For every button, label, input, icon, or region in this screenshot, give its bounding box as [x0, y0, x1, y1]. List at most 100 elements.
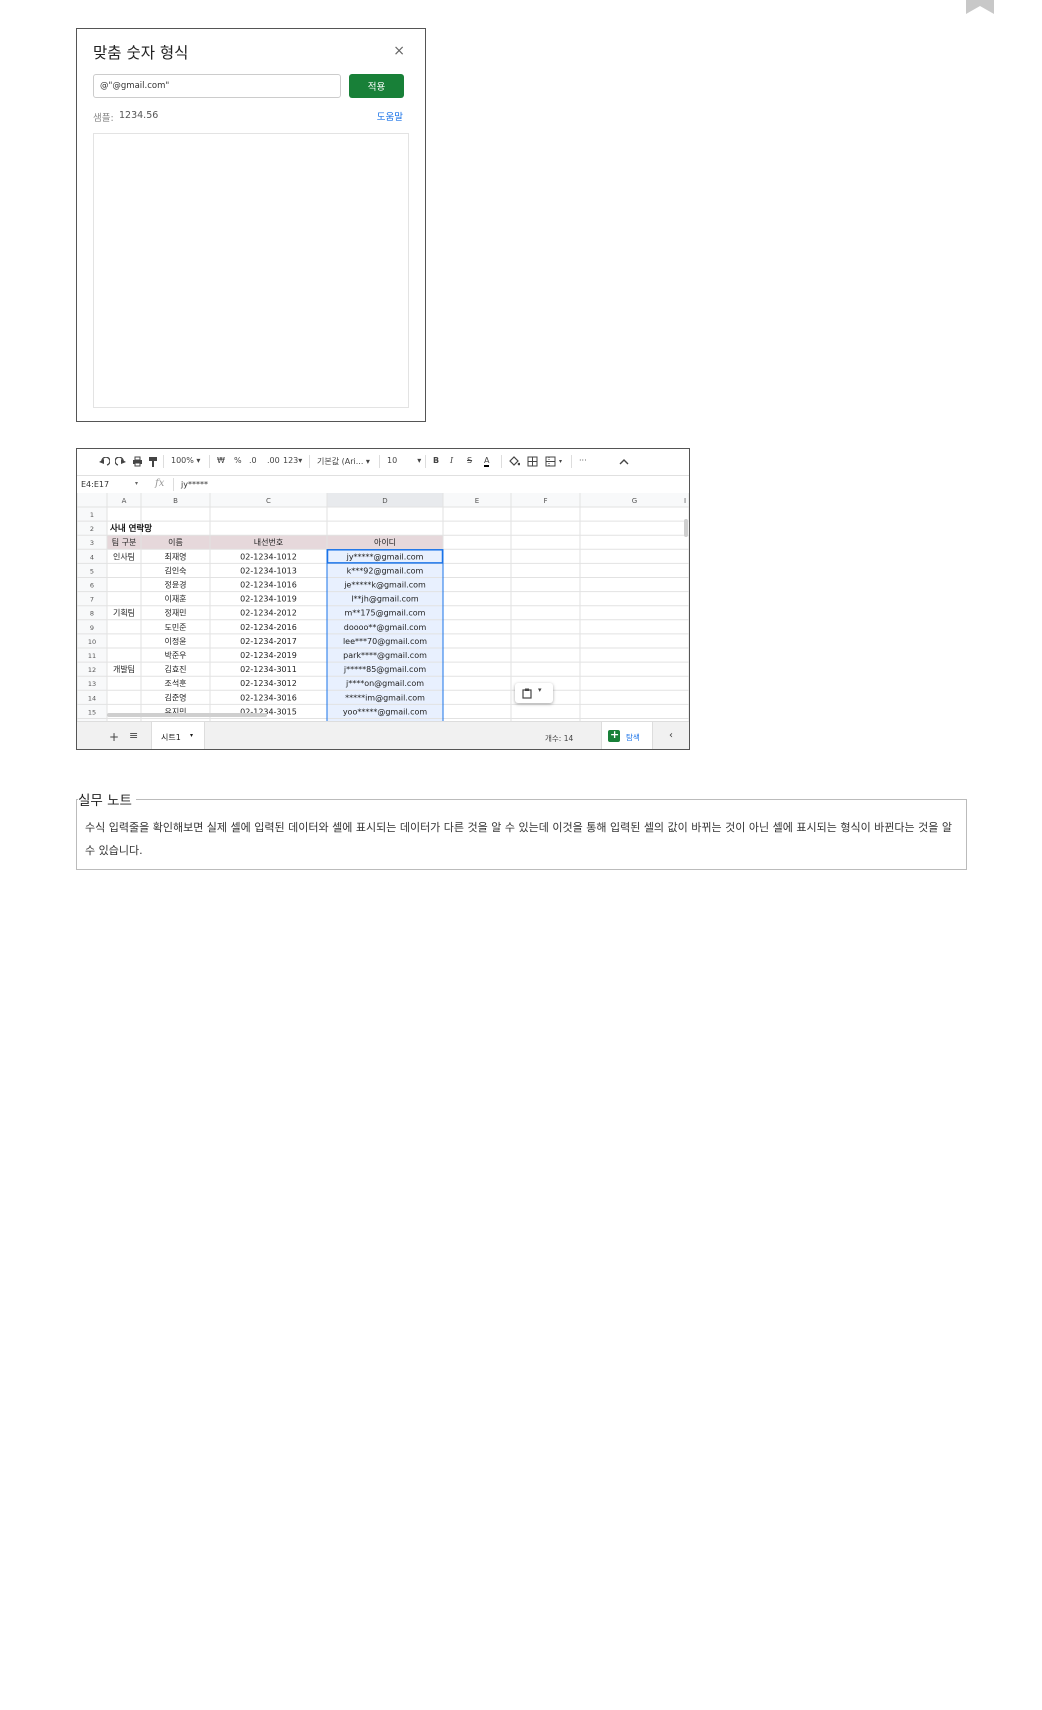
table-cell[interactable]: park****@gmail.com [343, 651, 427, 660]
table-cell[interactable]: 최재영 [164, 551, 186, 561]
table-cell[interactable]: 정윤경 [164, 580, 186, 590]
table-cell[interactable]: 02-1234-1019 [240, 595, 297, 604]
merge-dropdown-icon[interactable]: ▾ [559, 458, 562, 465]
fill-color-icon[interactable] [509, 456, 520, 467]
table-cell[interactable]: 박준우 [164, 650, 186, 660]
row-header[interactable]: 1 [90, 511, 94, 519]
increase-decimal-button[interactable]: .00 [267, 456, 280, 465]
italic-button[interactable]: I [450, 456, 453, 465]
font-select[interactable]: 기본값 (Ari... ▾ [317, 456, 370, 467]
row-header[interactable]: 10 [88, 638, 96, 646]
vertical-scrollbar[interactable] [684, 519, 688, 537]
format-input[interactable] [93, 74, 341, 98]
help-link[interactable]: 도움말 [377, 109, 403, 123]
row-header[interactable]: 3 [90, 539, 94, 547]
table-cell[interactable]: 정재민 [164, 608, 186, 618]
table-cell[interactable]: 김준영 [164, 692, 186, 702]
header-cell[interactable]: 아이디 [374, 537, 396, 547]
table-cell[interactable]: j*****85@gmail.com [343, 665, 426, 674]
table-cell[interactable]: 기획팀 [113, 608, 135, 618]
table-cell[interactable]: 02-1234-2017 [240, 637, 297, 646]
row-header[interactable]: 13 [88, 680, 96, 688]
column-header[interactable]: E [475, 497, 479, 505]
strikethrough-button[interactable]: S [467, 456, 472, 465]
table-cell[interactable]: 02-1234-2012 [240, 609, 297, 618]
format-list[interactable] [93, 133, 409, 408]
row-header[interactable]: 11 [88, 652, 96, 660]
header-cell[interactable]: 팀 구분 [112, 537, 137, 547]
row-header[interactable]: 15 [88, 708, 96, 716]
table-cell[interactable]: m**175@gmail.com [345, 609, 426, 618]
table-cell[interactable]: 02-1234-2016 [240, 623, 297, 632]
selection-count[interactable]: 개수: 14 [545, 733, 573, 744]
table-cell[interactable]: 이정윤 [164, 636, 186, 646]
table-cell[interactable]: k***92@gmail.com [347, 566, 424, 575]
header-cell[interactable]: 내선번호 [254, 538, 283, 547]
formula-input[interactable]: jy***** [181, 480, 208, 489]
sheet-tab[interactable]: 시트1 ▾ [151, 722, 205, 749]
add-sheet-button[interactable]: + [109, 730, 119, 744]
table-cell[interactable]: 02-1234-3011 [240, 665, 297, 674]
name-box-dropdown-icon[interactable]: ▾ [135, 480, 138, 487]
table-cell[interactable]: 개발팀 [113, 664, 135, 674]
row-header[interactable]: 4 [90, 553, 94, 561]
table-cell[interactable]: jy*****@gmail.com [346, 552, 424, 561]
font-size-select[interactable]: 10 ▾ [387, 456, 421, 465]
paste-options-button[interactable]: ▾ [515, 683, 553, 703]
table-cell[interactable]: doooo**@gmail.com [344, 623, 427, 632]
table-cell[interactable]: lee***70@gmail.com [343, 637, 427, 646]
column-header[interactable]: G [632, 497, 637, 505]
print-icon[interactable] [132, 456, 143, 467]
table-cell[interactable]: 02-1234-1016 [240, 581, 297, 590]
table-cell[interactable]: l**jh@gmail.com [351, 595, 419, 604]
currency-format-button[interactable]: ₩ [217, 456, 225, 465]
table-cell[interactable]: 인사팀 [113, 551, 135, 561]
row-header[interactable]: 14 [88, 694, 96, 702]
undo-icon[interactable] [99, 457, 110, 466]
row-header[interactable]: 9 [90, 624, 94, 632]
chevron-up-icon[interactable] [619, 458, 629, 465]
column-header[interactable]: I [684, 497, 686, 505]
header-cell[interactable]: 이름 [168, 537, 183, 547]
more-formats-select[interactable]: 123▾ [283, 456, 302, 465]
row-header[interactable]: 2 [90, 525, 94, 533]
all-sheets-button[interactable]: ≡ [129, 729, 138, 742]
zoom-select[interactable]: 100% ▾ [171, 456, 200, 465]
collapse-icon[interactable]: ‹ [669, 730, 673, 741]
column-header[interactable]: D [382, 497, 387, 505]
table-cell[interactable]: 이재훈 [164, 594, 186, 604]
column-header[interactable]: A [122, 497, 127, 505]
table-cell[interactable]: 02-1234-1013 [240, 566, 297, 575]
column-header[interactable]: C [266, 497, 271, 505]
row-header[interactable]: 12 [88, 666, 96, 674]
more-options-button[interactable]: ··· [579, 456, 587, 465]
table-cell[interactable]: *****im@gmail.com [345, 693, 425, 702]
table-cell[interactable]: 김인숙 [164, 565, 186, 575]
table-cell[interactable]: 02-1234-3016 [240, 693, 297, 702]
table-cell[interactable]: j****on@gmail.com [345, 679, 424, 688]
table-cell[interactable]: 02-1234-3012 [240, 679, 297, 688]
paint-format-icon[interactable] [148, 456, 158, 467]
percent-format-button[interactable]: % [234, 456, 242, 465]
row-header[interactable]: 5 [90, 567, 94, 575]
table-cell[interactable]: 02-1234-1012 [240, 552, 297, 561]
apply-button[interactable]: 적용 [349, 74, 404, 98]
borders-icon[interactable] [527, 456, 538, 467]
bold-button[interactable]: B [433, 456, 439, 465]
table-cell[interactable]: 김효진 [164, 664, 186, 674]
row-header[interactable]: 6 [90, 582, 94, 590]
sheet-title-cell[interactable]: 사내 연락망 [110, 523, 152, 534]
table-cell[interactable]: 조석훈 [164, 678, 186, 688]
text-color-button[interactable]: A [484, 456, 490, 467]
explore-button[interactable]: 탐색 [601, 722, 653, 749]
table-cell[interactable]: 02-1234-2019 [240, 651, 297, 660]
column-header[interactable]: B [173, 497, 178, 505]
name-box[interactable]: E4:E17 [81, 480, 109, 489]
merge-cells-icon[interactable] [545, 456, 556, 467]
row-header[interactable]: 7 [90, 596, 94, 604]
sheet-grid[interactable]: A B C D E F G I123456789101112131415사내 연락망팀 구분 이… [77, 493, 689, 721]
column-header[interactable]: F [543, 497, 547, 505]
table-cell[interactable]: je*****k@gmail.com [343, 581, 426, 590]
redo-icon[interactable] [115, 457, 126, 466]
row-header[interactable]: 8 [90, 610, 94, 618]
